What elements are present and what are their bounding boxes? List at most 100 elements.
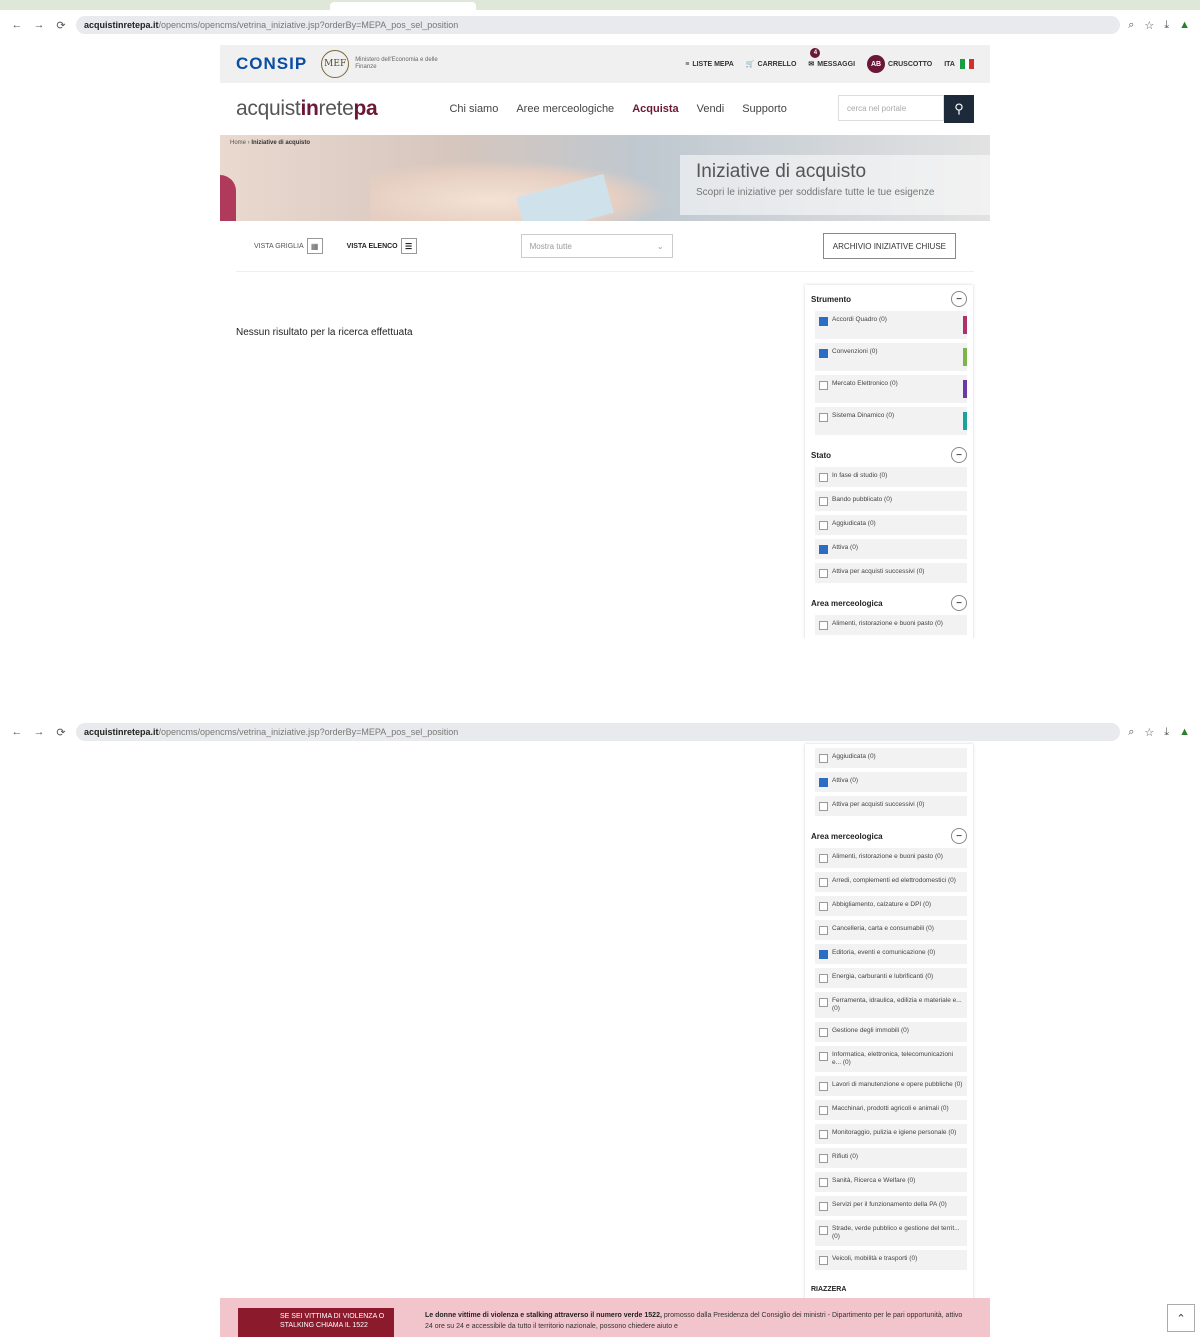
filter-option[interactable]: Alimenti, ristorazione e buoni pasto (0) (815, 615, 967, 635)
collapse-icon[interactable]: − (951, 291, 967, 307)
checkbox[interactable] (819, 754, 828, 763)
messaggi-link[interactable]: 4 ✉ MESSAGGI (808, 48, 855, 68)
menu-aree-merceologiche[interactable]: Aree merceologiche (516, 103, 614, 115)
filter-option[interactable]: Bando pubblicato (0) (815, 491, 967, 511)
checkbox[interactable] (819, 1226, 828, 1235)
filter-option[interactable]: Mercato Elettronico (0) (815, 375, 967, 403)
menu-supporto[interactable]: Supporto (742, 103, 787, 115)
scroll-to-top-button[interactable]: ⌃ (1167, 1304, 1195, 1332)
mef-logo[interactable]: MEF Ministero dell'Economia e delle Fina… (321, 50, 445, 78)
sort-select[interactable]: Mostra tutte ⌄ (520, 234, 673, 258)
checkbox[interactable] (819, 1202, 828, 1211)
checkbox[interactable] (819, 878, 828, 887)
filter-option[interactable]: Abbigliamento, calzature e DPI (0) (815, 896, 967, 916)
checkbox[interactable] (819, 1106, 828, 1115)
active-tab[interactable] (330, 2, 476, 10)
search-button[interactable]: ⚲ (944, 95, 974, 123)
filter-option[interactable]: Attiva per acquisti successivi (0) (815, 796, 967, 816)
filter-option[interactable]: Cancelleria, carta e consumabili (0) (815, 920, 967, 940)
filter-option[interactable]: Alimenti, ristorazione e buoni pasto (0) (815, 848, 967, 868)
zoom-icon[interactable]: ⌕ (1128, 19, 1134, 32)
collapse-icon[interactable]: − (951, 447, 967, 463)
filter-option[interactable]: Informatica, elettronica, telecomunicazi… (815, 1046, 967, 1072)
back-icon[interactable]: ← (10, 726, 24, 738)
zoom-icon[interactable]: ⌕ (1128, 726, 1134, 739)
filter-option[interactable]: Attiva (0) (815, 539, 967, 559)
download-icon[interactable]: ⤓ (1164, 726, 1169, 739)
filter-option[interactable]: Lavori di manutenzione e opere pubbliche… (815, 1076, 967, 1096)
helpline-badge[interactable]: SE SEI VITTIMA DI VIOLENZA O STALKING CH… (238, 1308, 394, 1337)
filter-option[interactable]: Monitoraggio, pulizia e igiene personale… (815, 1124, 967, 1144)
filter-option[interactable]: Energia, carburanti e lubrificanti (0) (815, 968, 967, 988)
filter-option[interactable]: Attiva per acquisti successivi (0) (815, 563, 967, 583)
address-bar[interactable]: acquistinretepa.it /opencms/opencms/vetr… (76, 16, 1121, 34)
reload-icon[interactable]: ⟳ (54, 726, 68, 739)
checkbox[interactable] (819, 317, 828, 326)
breadcrumb-home[interactable]: Home (230, 140, 246, 146)
filter-option[interactable]: Strade, verde pubblico e gestione del te… (815, 1220, 967, 1246)
menu-vendi[interactable]: Vendi (697, 103, 725, 115)
checkbox[interactable] (819, 1178, 828, 1187)
checkbox[interactable] (819, 998, 828, 1007)
bookmark-icon[interactable]: ☆ (1144, 19, 1154, 32)
filter-option[interactable]: Arredi, complementi ed elettrodomestici … (815, 872, 967, 892)
filter-option[interactable]: Gestione degli immobili (0) (815, 1022, 967, 1042)
back-icon[interactable]: ← (10, 19, 24, 31)
checkbox[interactable] (819, 413, 828, 422)
filter-option[interactable]: Editoria, eventi e comunicazione (0) (815, 944, 967, 964)
download-icon[interactable]: ⤓ (1164, 19, 1169, 32)
language-selector[interactable]: ITA (944, 59, 975, 69)
checkbox[interactable] (819, 854, 828, 863)
collapse-icon[interactable]: − (951, 595, 967, 611)
checkbox[interactable] (819, 926, 828, 935)
checkbox[interactable] (819, 950, 828, 959)
checkbox[interactable] (819, 802, 828, 811)
bookmark-icon[interactable]: ☆ (1144, 726, 1154, 739)
filter-option[interactable]: Aggiudicata (0) (815, 515, 967, 535)
forward-icon[interactable]: → (32, 19, 46, 31)
forward-icon[interactable]: → (32, 726, 46, 738)
checkbox[interactable] (819, 1154, 828, 1163)
filter-option[interactable]: Accordi Quadro (0) (815, 311, 967, 339)
checkbox[interactable] (819, 902, 828, 911)
filter-option[interactable]: Sistema Dinamico (0) (815, 407, 967, 435)
checkbox[interactable] (819, 381, 828, 390)
filter-option[interactable]: Sanità, Ricerca e Welfare (0) (815, 1172, 967, 1192)
address-bar[interactable]: acquistinretepa.it /opencms/opencms/vetr… (76, 723, 1121, 741)
checkbox[interactable] (819, 349, 828, 358)
checkbox[interactable] (819, 569, 828, 578)
filter-option[interactable]: Aggiudicata (0) (815, 748, 967, 768)
consip-logo[interactable]: CONSIP (236, 54, 307, 74)
filter-option[interactable]: Rifiuti (0) (815, 1148, 967, 1168)
acquistinretepa-logo[interactable]: acquistinretepa (236, 97, 378, 121)
checkbox[interactable] (819, 1256, 828, 1265)
cruscotto-link[interactable]: AB CRUSCOTTO (867, 55, 932, 73)
menu-chi-siamo[interactable]: Chi siamo (449, 103, 498, 115)
checkbox[interactable] (819, 621, 828, 630)
view-grid-toggle[interactable]: VISTA GRIGLIA ▦ (254, 238, 323, 254)
checkbox[interactable] (819, 545, 828, 554)
menu-acquista[interactable]: Acquista (632, 103, 678, 115)
checkbox[interactable] (819, 497, 828, 506)
filter-option[interactable]: In fase di studio (0) (815, 467, 967, 487)
view-list-toggle[interactable]: VISTA ELENCO ☰ (347, 238, 417, 254)
filter-option[interactable]: Convenzioni (0) (815, 343, 967, 371)
checkbox[interactable] (819, 521, 828, 530)
checkbox[interactable] (819, 1028, 828, 1037)
collapse-icon[interactable]: − (951, 828, 967, 844)
checkbox[interactable] (819, 778, 828, 787)
liste-mepa-link[interactable]: ≡ LISTE MEPA (685, 61, 734, 68)
archive-button[interactable]: ARCHIVIO INIZIATIVE CHIUSE (822, 233, 956, 259)
profile-icon[interactable]: ▲ (1179, 726, 1190, 738)
checkbox[interactable] (819, 1052, 828, 1061)
search-input[interactable]: cerca nel portale (838, 95, 944, 121)
filter-option[interactable]: Servizi per il funzionamento della PA (0… (815, 1196, 967, 1216)
filter-option[interactable]: Attiva (0) (815, 772, 967, 792)
reload-icon[interactable]: ⟳ (54, 19, 68, 32)
checkbox[interactable] (819, 974, 828, 983)
filter-option[interactable]: Macchinari, prodotti agricoli e animali … (815, 1100, 967, 1120)
checkbox[interactable] (819, 1082, 828, 1091)
filter-option[interactable]: Veicoli, mobilità e trasporti (0) (815, 1250, 967, 1270)
filter-option[interactable]: Ferramenta, idraulica, edilizia e materi… (815, 992, 967, 1018)
checkbox[interactable] (819, 473, 828, 482)
